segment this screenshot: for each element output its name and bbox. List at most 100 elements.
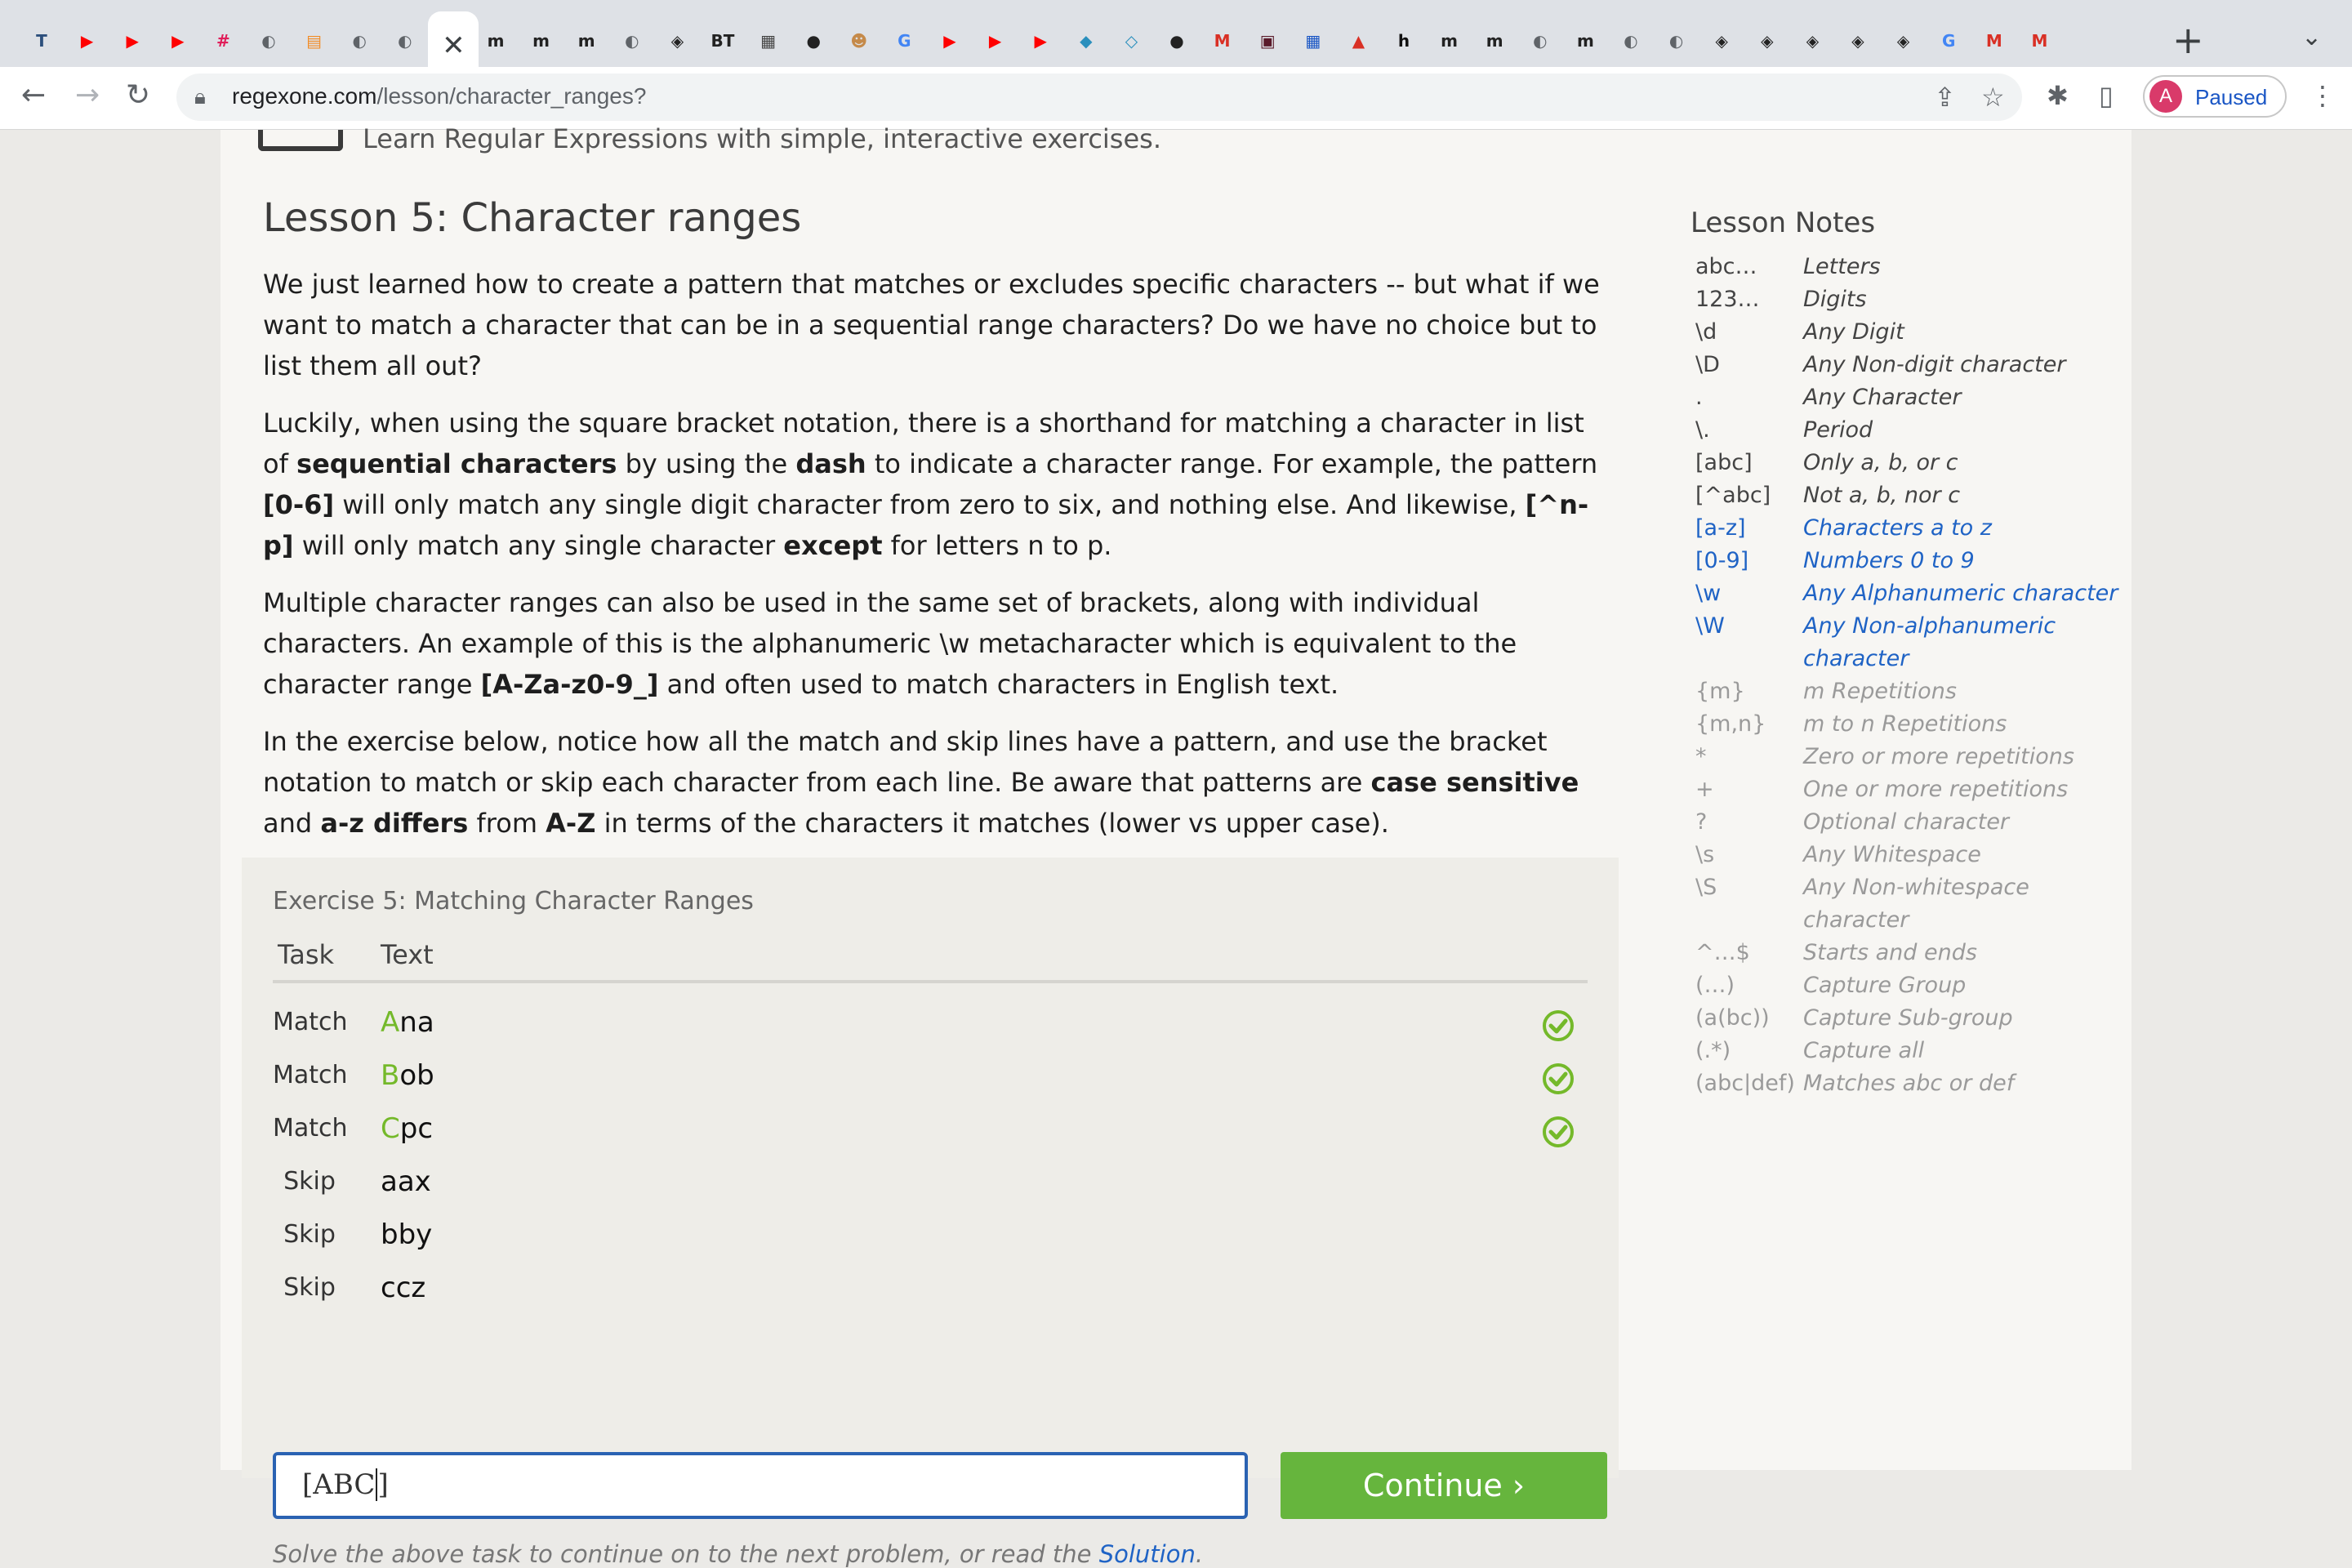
browser-tab[interactable]: ◐ (1609, 19, 1653, 63)
person-icon: ☻ (850, 31, 868, 51)
url-text[interactable]: regexone.com/lesson/character_ranges? (232, 83, 646, 109)
browser-tab[interactable]: ▶ (928, 19, 972, 63)
browser-tab[interactable]: ▲ (1336, 19, 1380, 63)
browser-tab[interactable]: M (1972, 19, 2016, 63)
side-panel-icon[interactable]: ▯ (2099, 80, 2114, 111)
continue-button[interactable]: Continue › (1281, 1452, 1607, 1519)
browser-tab[interactable]: ◐ (383, 19, 427, 63)
bt-icon: BT (710, 31, 735, 51)
browser-tab[interactable]: ● (791, 19, 835, 63)
reload-icon[interactable]: ↻ (126, 78, 150, 112)
browser-tab[interactable]: ◈ (1882, 19, 1926, 63)
profile-button[interactable]: A Paused (2143, 75, 2287, 118)
browser-tab[interactable]: ▦ (746, 19, 791, 63)
note-item: [0-9] Numbers 0 to 9 (1695, 545, 2136, 577)
note-value: Capture Group (1803, 973, 1967, 998)
note-item: [^abc] Not a, b, nor c (1695, 479, 2136, 512)
note-item: [abc] Only a, b, or c (1695, 447, 2136, 479)
back-icon[interactable]: ← (21, 78, 46, 112)
browser-tab[interactable]: ▶ (110, 19, 154, 63)
note-item: \D Any Non-digit character (1695, 349, 2136, 381)
browser-tab[interactable]: G (882, 19, 926, 63)
forward-icon[interactable]: → (75, 78, 100, 112)
browser-tab[interactable]: ▶ (1018, 19, 1062, 63)
browser-tab[interactable]: m (1472, 19, 1517, 63)
share-icon[interactable]: ⇪ (1934, 82, 1956, 113)
solution-link[interactable]: Solution (1099, 1540, 1196, 1568)
bookmark-star-icon[interactable]: ☆ (1981, 82, 2005, 113)
browser-tab[interactable]: G (1927, 19, 1971, 63)
extensions-icon[interactable]: ✱ (2047, 80, 2069, 111)
browser-tab[interactable]: ☻ (837, 19, 881, 63)
browser-tab[interactable]: ◈ (1699, 19, 1744, 63)
globe-icon: ◐ (1533, 31, 1548, 51)
regex-input[interactable]: [ABC] (273, 1452, 1248, 1519)
note-item: \S Any Non-whitespace character (1695, 871, 2136, 937)
note-item: + One or more repetitions (1695, 773, 2136, 806)
browser-tab[interactable]: ◐ (1655, 19, 1699, 63)
lock-icon[interactable]: 🔒︎ (194, 85, 206, 110)
browser-tab[interactable]: ▦ (1291, 19, 1335, 63)
avatar: A (2149, 80, 2182, 113)
browser-tab[interactable]: # (201, 19, 245, 63)
browser-tab[interactable]: M (2017, 19, 2061, 63)
browser-tab[interactable]: ◆ (1064, 19, 1108, 63)
browser-tab[interactable]: ▤ (292, 19, 336, 63)
tab-search-icon[interactable]: ⌄ (2301, 23, 2322, 51)
browser-tab[interactable]: m (1563, 19, 1607, 63)
note-value: Digits (1803, 287, 1867, 312)
task-label: Match (273, 1061, 348, 1089)
browser-tab[interactable]: ◈ (655, 19, 699, 63)
youtube-icon: ▶ (943, 31, 956, 51)
browser-tab[interactable]: ▣ (1245, 19, 1290, 63)
browser-tab[interactable]: M (1200, 19, 1245, 63)
browser-tab[interactable]: T (20, 19, 64, 63)
slack-icon: # (216, 31, 230, 51)
note-key: [abc] (1695, 450, 1753, 475)
browser-tab[interactable]: ◐ (1518, 19, 1562, 63)
task-text: Cpc (381, 1112, 434, 1145)
browser-tab[interactable]: ◐ (337, 19, 381, 63)
browser-tab[interactable]: ◐ (610, 19, 654, 63)
browser-tab[interactable]: ◈ (1790, 19, 1834, 63)
youtube-icon: ▶ (1034, 31, 1047, 51)
note-value: Optional character (1803, 809, 2010, 835)
browser-menu-icon[interactable]: ⋮ (2310, 80, 2336, 111)
browser-tab[interactable]: ▶ (973, 19, 1018, 63)
browser-tab[interactable]: BT (701, 19, 745, 63)
google-icon: G (1941, 31, 1956, 51)
browser-tab[interactable]: m (1428, 19, 1472, 63)
grid-icon: ▦ (1305, 31, 1321, 51)
close-icon[interactable]: ✕ (442, 29, 466, 62)
note-value: Capture Sub-group (1803, 1005, 2013, 1031)
browser-tab[interactable]: ◐ (247, 19, 291, 63)
site-logo[interactable] (258, 130, 343, 151)
browser-tab[interactable]: ▶ (156, 19, 200, 63)
browser-tab[interactable]: m (564, 19, 608, 63)
check-circle-icon (1543, 1116, 1574, 1147)
header-divider (273, 980, 1588, 983)
diamond-icon: ◆ (1080, 31, 1093, 51)
youtube-icon: ▶ (80, 31, 94, 51)
new-tab-button[interactable]: + (2172, 18, 2204, 62)
browser-tab[interactable]: m (474, 19, 518, 63)
browser-tab[interactable]: ▶ (65, 19, 109, 63)
browser-tab[interactable]: ● (1155, 19, 1199, 63)
browser-tab[interactable]: ◈ (1836, 19, 1880, 63)
note-value: Matches abc or def (1803, 1071, 2015, 1096)
browser-tab[interactable]: ◈ (1745, 19, 1789, 63)
browser-tab[interactable]: h (1382, 19, 1426, 63)
codepen-icon: ◈ (670, 31, 684, 51)
lesson-notes-title: Lesson Notes (1690, 207, 1876, 239)
note-key: ^…$ (1695, 940, 1750, 965)
dark-app-icon: ▣ (1259, 31, 1276, 51)
browser-tab[interactable]: ◇ (1109, 19, 1153, 63)
note-key: [^abc] (1695, 483, 1771, 508)
google-icon: G (898, 31, 911, 51)
browser-tab[interactable]: m (519, 19, 564, 63)
address-bar[interactable]: 🔒︎ regexone.com/lesson/character_ranges?… (176, 74, 2022, 121)
note-key: [a-z] (1695, 515, 1746, 541)
task-label: Skip (283, 1167, 336, 1196)
lesson-paragraph: In the exercise below, notice how all th… (263, 726, 1579, 839)
exercise-hint: Solve the above task to continue on to t… (273, 1540, 1204, 1568)
